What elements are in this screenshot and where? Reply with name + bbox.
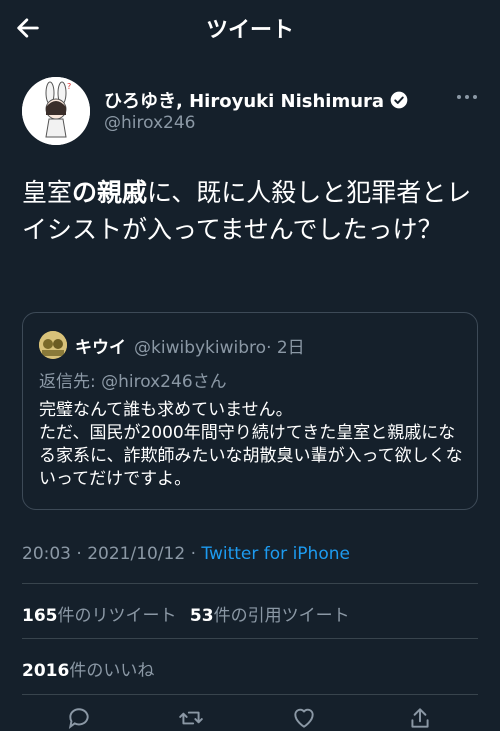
more-icon[interactable]: [453, 88, 481, 106]
share-icon[interactable]: [407, 705, 433, 731]
page-title: ツイート: [205, 18, 294, 43]
heart-icon[interactable]: [291, 705, 317, 731]
author-name[interactable]: ひろゆき, Hiroyuki Nishimura: [104, 87, 384, 113]
tweet-timestamp: 20:03 · 2021/10/12 ·: [22, 544, 202, 564]
divider: [22, 583, 478, 584]
tweet-source-link[interactable]: Twitter for iPhone: [201, 544, 350, 564]
avatar[interactable]: ?: [22, 77, 90, 145]
verified-badge-icon: [390, 91, 408, 109]
quoted-name: キウイ: [75, 338, 126, 358]
quoted-avatar-image: [39, 331, 67, 359]
tweet-text-bold: の親戚: [72, 178, 148, 207]
retweet-label: 件のリツイート: [57, 606, 177, 626]
retweet-stats[interactable]: 165件のリツイート 53件の引用ツイート: [22, 601, 350, 626]
like-stats[interactable]: 2016件のいいね: [22, 656, 154, 681]
avatar-illustration: ?: [22, 77, 90, 145]
tweet-text-part1: 皇室: [22, 178, 73, 207]
quoted-tweet[interactable]: キウイ @kiwibykiwibro · 2日 返信先: @hirox246さん…: [22, 312, 478, 510]
divider: [22, 638, 478, 639]
divider: [22, 694, 478, 695]
retweet-count: 165: [22, 606, 58, 626]
reply-icon[interactable]: [66, 705, 92, 731]
quote-count: 53: [189, 606, 214, 626]
quoted-reply-to: 返信先: @hirox246さん: [39, 372, 227, 392]
tweet-meta: 20:03 · 2021/10/12 · Twitter for iPhone: [22, 544, 350, 564]
quoted-time: · 2日: [266, 338, 305, 358]
quoted-avatar: [39, 331, 67, 359]
quoted-header: キウイ @kiwibykiwibro · 2日: [75, 333, 305, 358]
like-label: 件のいいね: [69, 661, 155, 681]
retweet-icon[interactable]: [178, 705, 204, 731]
like-count: 2016: [22, 661, 70, 681]
tweet-text: 皇室の親戚に、既に人殺しと犯罪者とレイシストが入ってませんでしたっけ？: [22, 174, 487, 248]
author-handle[interactable]: @hirox246: [104, 113, 196, 133]
quote-label: 件の引用ツイート: [213, 606, 350, 626]
top-bar: ツイート: [0, 0, 500, 56]
svg-text:?: ?: [67, 82, 71, 91]
quoted-handle: @kiwibykiwibro: [134, 338, 267, 358]
author-name-row[interactable]: ひろゆき, Hiroyuki Nishimura: [104, 87, 409, 113]
action-bar: [0, 705, 500, 731]
quoted-text: 完璧なんて誰も求めていません。 ただ、国民が2000年間守り続けてきた皇室と親戚…: [39, 400, 463, 489]
